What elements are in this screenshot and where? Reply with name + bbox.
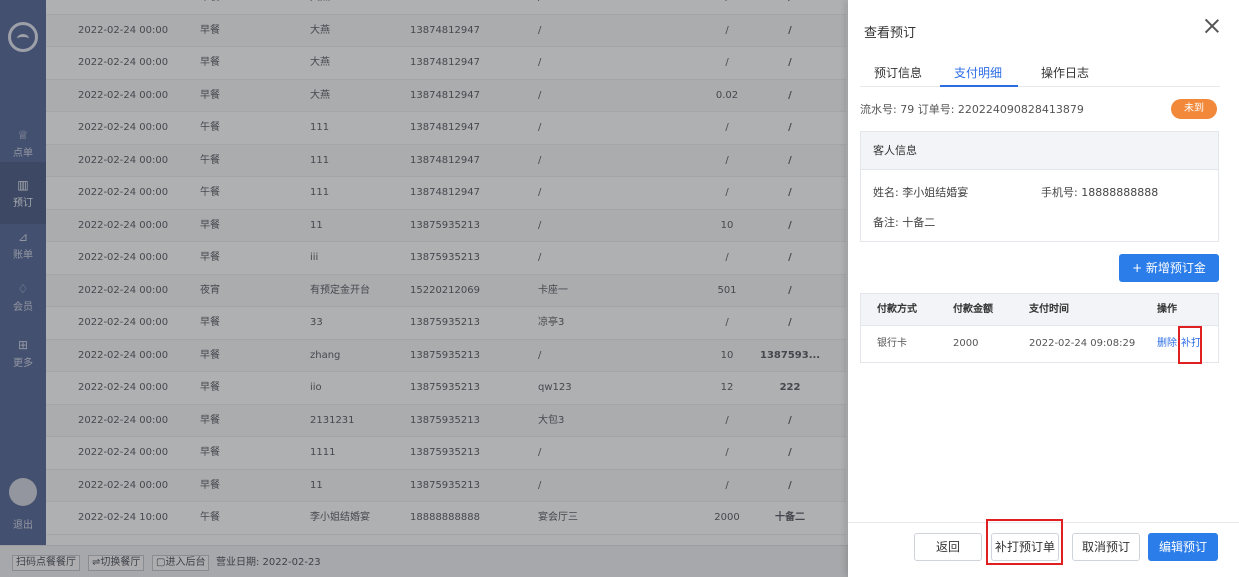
order-number: 流水号: 79 订单号: 220224090828413879 xyxy=(860,103,1084,116)
payment-method: 银行卡 xyxy=(877,338,907,349)
edit-reservation-button[interactable]: 编辑预订 xyxy=(1148,533,1218,561)
payment-time: 2022-02-24 09:08:29 xyxy=(1029,338,1136,349)
header-actions: 操作 xyxy=(1157,304,1177,315)
payment-table: 付款方式 付款金额 支付时间 操作 银行卡 2000 2022-02-24 09… xyxy=(860,293,1219,363)
highlight-reprint-link xyxy=(1178,326,1202,364)
payment-amount: 2000 xyxy=(953,338,979,349)
modal-overlay[interactable] xyxy=(0,0,848,577)
tab-payment-detail[interactable]: 支付明细 xyxy=(954,64,1002,81)
active-tab-indicator xyxy=(940,85,1018,87)
status-badge: 未到 xyxy=(1171,99,1217,119)
close-icon[interactable] xyxy=(1202,16,1222,36)
guest-note: 备注: 十备二 xyxy=(873,216,936,229)
add-deposit-button[interactable]: + 新增预订金 xyxy=(1119,254,1219,282)
guest-phone: 手机号: 18888888888 xyxy=(1041,186,1159,199)
back-button[interactable]: 返回 xyxy=(914,533,982,561)
highlight-reprint-order xyxy=(986,519,1063,565)
guest-info-title: 客人信息 xyxy=(861,132,1218,170)
header-amount: 付款金额 xyxy=(953,304,993,315)
drawer-tabs: 预订信息 支付明细 操作日志 xyxy=(860,55,1220,87)
drawer-title: 查看预订 xyxy=(864,26,917,41)
payment-table-header: 付款方式 付款金额 支付时间 操作 xyxy=(861,294,1218,326)
tab-operation-log[interactable]: 操作日志 xyxy=(1041,64,1089,81)
delete-payment-link[interactable]: 删除 xyxy=(1157,327,1177,361)
header-method: 付款方式 xyxy=(877,304,917,315)
guest-name: 姓名: 李小姐结婚宴 xyxy=(873,186,969,199)
reservation-drawer: 查看预订 预订信息 支付明细 操作日志 流水号: 79 订单号: 2202240… xyxy=(848,0,1239,577)
guest-info-card: 客人信息 姓名: 李小姐结婚宴 手机号: 18888888888 备注: 十备二 xyxy=(860,131,1219,242)
header-time: 支付时间 xyxy=(1029,304,1069,315)
tab-reservation-info[interactable]: 预订信息 xyxy=(874,64,922,81)
cancel-reservation-button[interactable]: 取消预订 xyxy=(1072,533,1140,561)
